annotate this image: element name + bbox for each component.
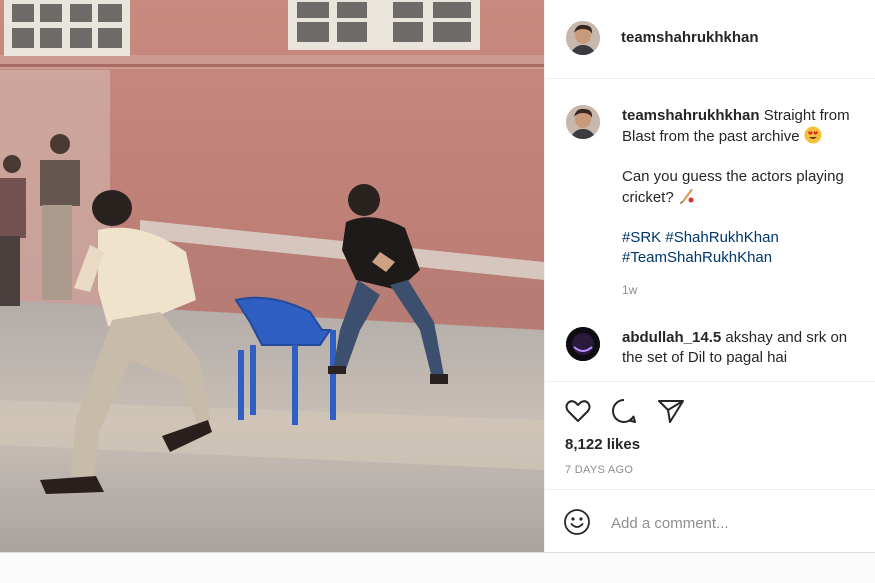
- post-header: teamshahrukhkhan: [545, 0, 875, 79]
- commenter-username[interactable]: abdullah_14.5: [622, 329, 721, 346]
- avatar-image: [566, 327, 600, 361]
- author-username[interactable]: teamshahrukhkhan: [621, 29, 759, 46]
- heart-eyes-emoji: [804, 126, 822, 144]
- cricket-bat-emoji: [679, 189, 694, 204]
- caption-body: teamshahrukhkhan Straight from Blast fro…: [622, 106, 867, 300]
- add-comment-bar: [545, 489, 875, 553]
- cricket-photo-illustration: [0, 0, 544, 552]
- caption-time[interactable]: 1w: [622, 280, 867, 300]
- avatar-image: [566, 21, 600, 55]
- like-count[interactable]: 8,122 likes: [565, 436, 640, 453]
- hashtag-srk[interactable]: #SRK: [622, 229, 661, 246]
- avatar-image: [566, 105, 600, 139]
- comment-bubble-icon[interactable]: [609, 396, 639, 426]
- heart-icon[interactable]: [563, 396, 593, 426]
- action-icons: [563, 396, 698, 426]
- post-sidebar: teamshahrukhkhan teamshahrukhkhan Straig…: [544, 0, 875, 552]
- caption-author-avatar[interactable]: [566, 105, 600, 139]
- post-photo[interactable]: [0, 0, 544, 552]
- comments-section: teamshahrukhkhan Straight from Blast fro…: [545, 79, 875, 380]
- instagram-post: teamshahrukhkhan teamshahrukhkhan Straig…: [0, 0, 875, 553]
- caption-line2: Can you guess the actors playing cricket…: [622, 168, 844, 206]
- comment-body: abdullah_14.5 akshay and srk on the set …: [622, 328, 867, 368]
- author-avatar[interactable]: [566, 21, 600, 55]
- smiley-icon[interactable]: [563, 508, 591, 536]
- caption-author[interactable]: teamshahrukhkhan: [622, 107, 760, 124]
- hashtag-shahrukhkhan[interactable]: #ShahRukhKhan: [665, 229, 778, 246]
- hashtag-teamshahrukhkhan[interactable]: #TeamShahRukhKhan: [622, 249, 772, 266]
- post-date[interactable]: 7 DAYS AGO: [565, 464, 633, 476]
- add-comment-input[interactable]: [609, 508, 853, 538]
- commenter-avatar[interactable]: [566, 327, 600, 361]
- post-actions: 8,122 likes 7 DAYS AGO: [545, 381, 875, 490]
- paper-plane-icon[interactable]: [656, 396, 686, 426]
